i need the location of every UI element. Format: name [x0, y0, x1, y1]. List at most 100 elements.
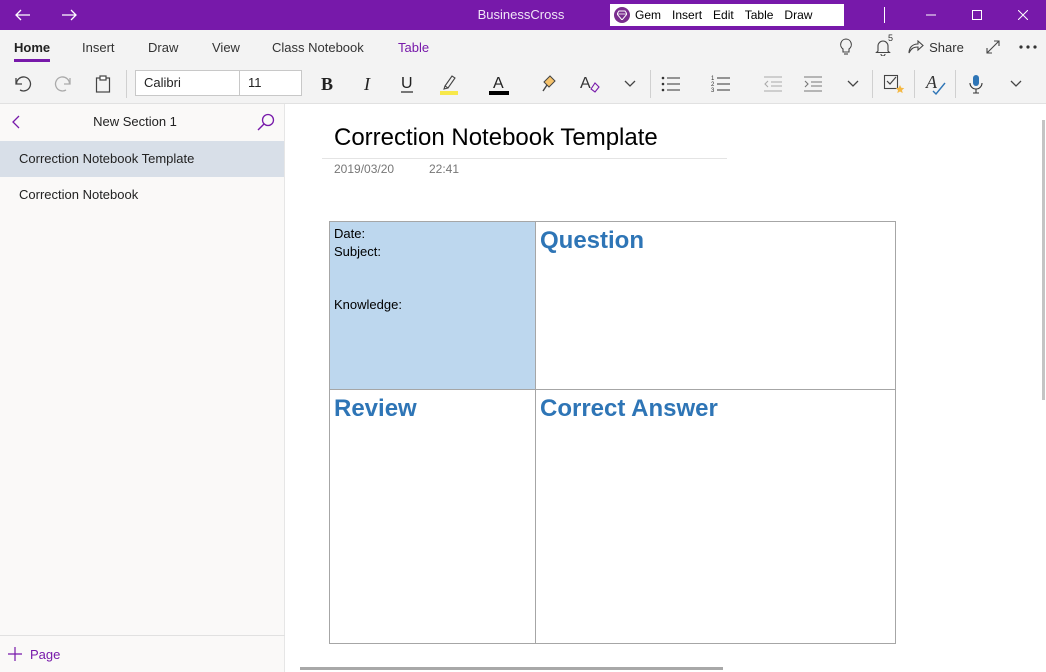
add-page-button[interactable]: Page	[0, 635, 285, 672]
text-styles-icon: A	[580, 75, 600, 93]
italic-icon: I	[363, 75, 371, 93]
page-list-pane: New Section 1 Correction Notebook Templa…	[0, 104, 285, 672]
notifications-button[interactable]: 5	[868, 30, 898, 64]
toolbar-divider	[955, 70, 956, 98]
tell-me-button[interactable]	[832, 30, 860, 64]
decrease-indent-button[interactable]	[760, 64, 786, 104]
redo-icon	[54, 76, 71, 92]
tab-draw[interactable]: Draw	[148, 40, 178, 55]
italic-button[interactable]: I	[357, 64, 379, 104]
page-list-item-selected[interactable]: Correction Notebook Template	[0, 141, 284, 177]
chevron-down-icon	[624, 80, 636, 87]
tag-button[interactable]	[880, 64, 908, 104]
gem-menu-gem[interactable]: Gem	[635, 8, 661, 22]
chevron-down-icon	[1010, 80, 1022, 87]
svg-text:A: A	[580, 75, 591, 92]
toolbar-divider	[650, 70, 651, 98]
highlight-button[interactable]	[436, 64, 462, 104]
share-button[interactable]: Share	[908, 30, 964, 64]
date-label: Date:	[334, 226, 366, 241]
svg-text:A: A	[925, 73, 938, 92]
toolbar-divider	[872, 70, 873, 98]
highlighter-icon	[440, 75, 458, 95]
dictate-button[interactable]	[963, 64, 989, 104]
spell-check-icon: A	[925, 73, 946, 95]
back-button[interactable]	[0, 0, 46, 30]
tab-insert[interactable]: Insert	[82, 40, 115, 55]
numbering-button[interactable]: 123	[708, 64, 734, 104]
ellipsis-icon	[1019, 45, 1037, 49]
styles-button[interactable]: A	[577, 64, 603, 104]
correct-answer-heading: Correct Answer	[540, 395, 718, 422]
tab-home[interactable]: Home	[14, 40, 50, 55]
text-format-more-button[interactable]	[620, 64, 640, 104]
close-button[interactable]	[1000, 0, 1046, 30]
undo-button[interactable]	[10, 64, 36, 104]
font-size-input[interactable]: 11	[239, 70, 302, 96]
back-to-sections-button[interactable]	[8, 112, 24, 132]
svg-text:I: I	[363, 75, 371, 93]
forward-button[interactable]	[46, 0, 92, 30]
increase-indent-button[interactable]	[800, 64, 826, 104]
maximize-button[interactable]	[954, 0, 1000, 30]
todo-tag-icon	[883, 74, 905, 94]
gem-menu-table[interactable]: Table	[745, 8, 774, 22]
title-bar: BusinessCross Gem Insert Edit Table Draw	[0, 0, 1046, 30]
lightbulb-icon	[840, 38, 852, 55]
paragraph-more-button[interactable]	[843, 64, 863, 104]
paste-button[interactable]	[90, 64, 116, 104]
underline-icon: U	[401, 75, 413, 93]
search-icon	[257, 113, 275, 131]
bold-icon: B	[321, 75, 333, 93]
bold-button[interactable]: B	[316, 64, 338, 104]
maximize-icon	[972, 10, 982, 20]
plus-icon	[8, 647, 22, 661]
outdent-icon	[764, 76, 782, 92]
page-list-item[interactable]: Correction Notebook	[0, 177, 284, 213]
page-time: 22:41	[429, 162, 460, 176]
vertical-scrollbar[interactable]	[1042, 120, 1045, 400]
spelling-button[interactable]: A	[922, 64, 950, 104]
table-cell-review[interactable]	[329, 389, 536, 644]
gem-logo-icon[interactable]	[614, 7, 630, 23]
add-page-label: Page	[30, 646, 61, 662]
minimize-icon	[926, 14, 936, 16]
search-button[interactable]	[256, 112, 276, 132]
redo-button[interactable]	[50, 64, 76, 104]
bullets-button[interactable]	[658, 64, 684, 104]
ribbon-tabs: Home Insert Draw View Class Notebook Tab…	[0, 30, 1046, 64]
page-title-underline	[322, 158, 727, 159]
table-cell-correct-answer[interactable]	[535, 389, 896, 644]
undo-icon	[15, 76, 32, 92]
font-color-button[interactable]: A	[486, 64, 512, 104]
tab-class-notebook[interactable]: Class Notebook	[272, 40, 364, 55]
page-title[interactable]: Correction Notebook Template	[334, 124, 658, 152]
app-title: BusinessCross	[477, 7, 565, 22]
page-date: 2019/03/20	[334, 162, 395, 176]
minimize-button[interactable]	[908, 0, 954, 30]
section-title: New Section 1	[93, 114, 177, 129]
tab-table[interactable]: Table	[398, 40, 429, 55]
horizontal-scrollbar[interactable]	[300, 667, 723, 670]
font-name-input[interactable]: Calibri	[135, 70, 240, 96]
active-tab-indicator	[14, 59, 50, 62]
gem-menu-insert[interactable]: Insert	[672, 8, 702, 22]
share-label: Share	[929, 39, 964, 55]
clipboard-icon	[95, 75, 111, 93]
share-icon	[908, 40, 924, 54]
chevron-left-icon	[12, 115, 20, 129]
full-page-view-button[interactable]	[980, 30, 1006, 64]
gem-menu-draw[interactable]: Draw	[784, 8, 812, 22]
font-color-icon: A	[489, 75, 509, 95]
notification-count-badge: 5	[888, 33, 894, 43]
underline-button[interactable]: U	[396, 64, 418, 104]
gem-menu-edit[interactable]: Edit	[713, 8, 734, 22]
titlebar-divider	[884, 7, 885, 23]
more-options-button[interactable]	[1014, 30, 1042, 64]
tab-view[interactable]: View	[212, 40, 240, 55]
format-painter-button[interactable]	[537, 64, 563, 104]
bulleted-list-icon	[661, 76, 680, 92]
toolbar-divider	[914, 70, 915, 98]
toolbar-more-button[interactable]	[1006, 64, 1026, 104]
microphone-icon	[969, 75, 983, 94]
